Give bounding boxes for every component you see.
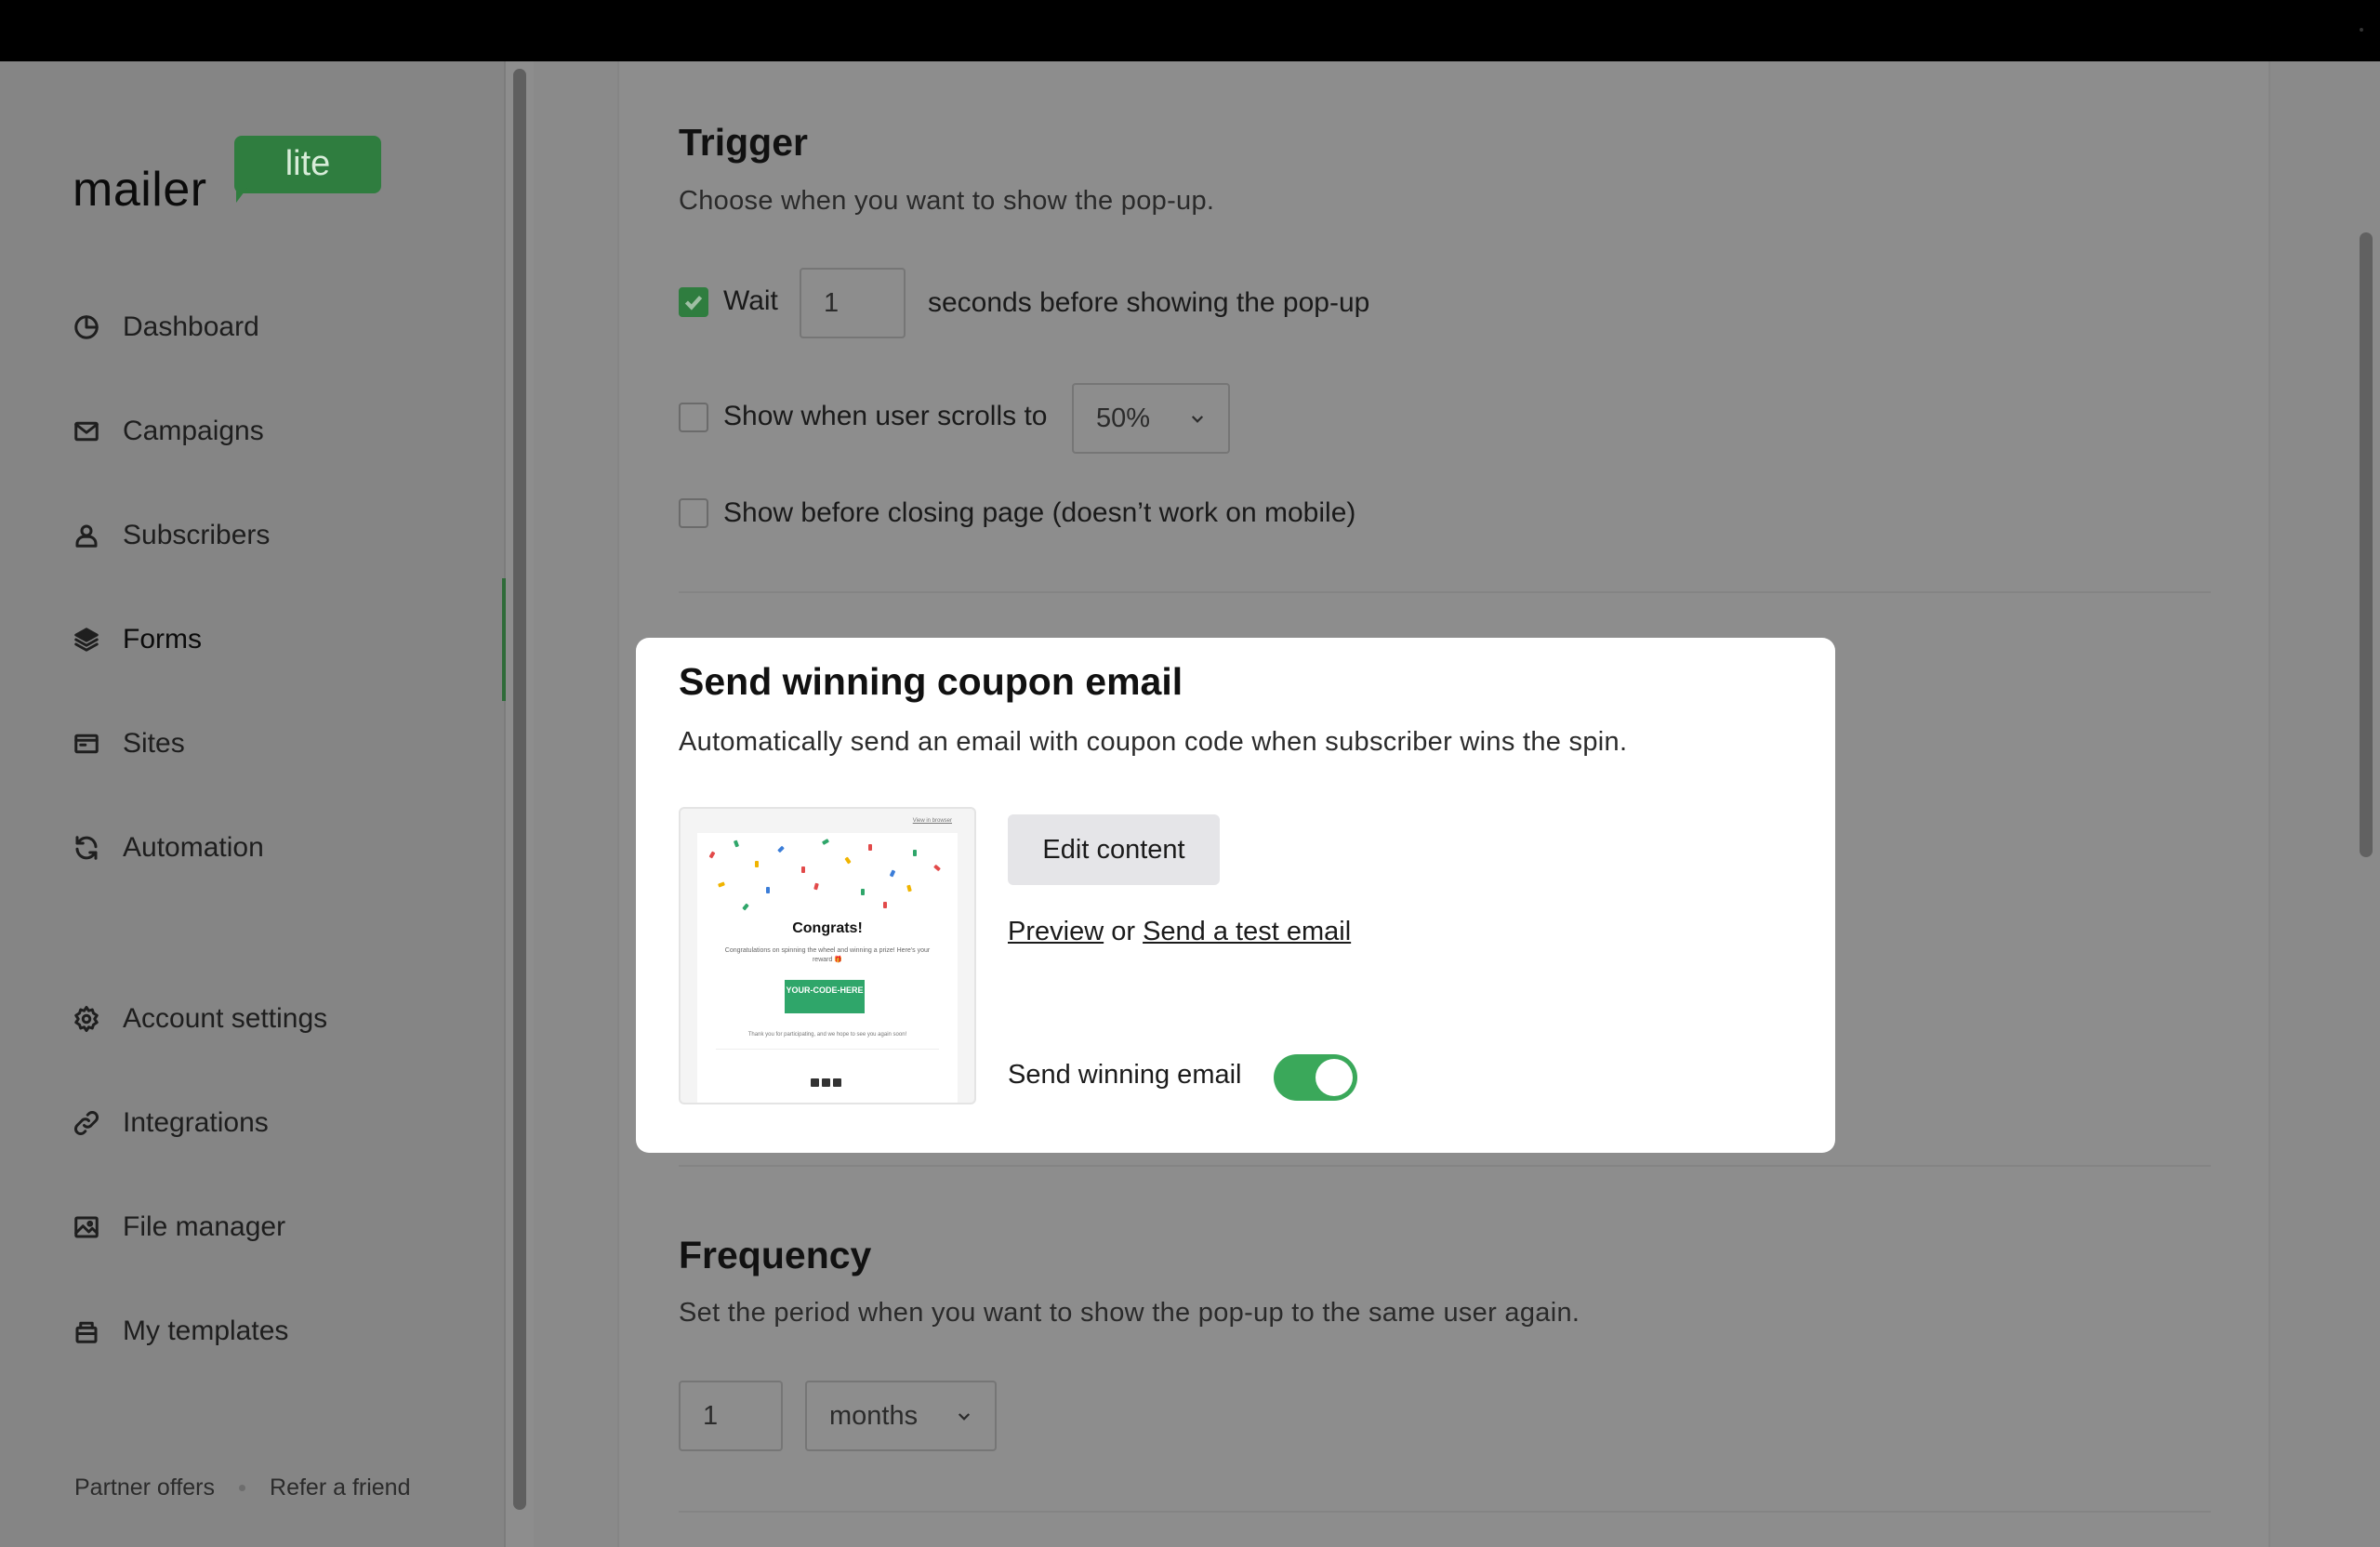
trigger-title: Trigger	[679, 121, 808, 164]
logo-word: mailer	[73, 163, 207, 217]
or-text: or	[1111, 917, 1136, 946]
sidebar-item-label: Automation	[123, 832, 264, 863]
section-divider	[679, 1511, 2211, 1513]
frequency-title: Frequency	[679, 1234, 872, 1276]
email-divider	[716, 1049, 939, 1050]
wait-checkbox[interactable]	[679, 287, 708, 317]
email-heading: Congrats!	[792, 920, 863, 936]
frequency-unit-value: months	[829, 1400, 919, 1431]
coupon-code-box: YOUR-CODE-HERE	[785, 980, 865, 1013]
template-icon	[73, 1317, 100, 1345]
browser-icon	[73, 730, 100, 758]
sidebar-item-campaigns[interactable]: Campaigns	[0, 394, 506, 469]
partner-offers-link[interactable]: Partner offers	[74, 1474, 215, 1501]
sidebar-item-forms[interactable]: Forms	[0, 578, 506, 701]
modal-description: Automatically send an email with coupon …	[679, 727, 1628, 757]
email-thanks: Thank you for participating, and we hope…	[747, 1032, 907, 1038]
sidebar-item-dashboard[interactable]: Dashboard	[0, 290, 506, 364]
scroll-label: Show when user scrolls to	[723, 401, 1048, 431]
dashboard-icon	[73, 313, 100, 341]
send-test-email-link[interactable]: Send a test email	[1143, 917, 1351, 946]
sidebar: mailer lite Dashboard Campaigns Subscrib…	[0, 61, 506, 1547]
section-divider	[679, 1165, 2211, 1167]
page-scrollbar[interactable]	[2360, 232, 2373, 857]
modal-title: Send winning coupon email	[679, 660, 1183, 703]
email-thumbnail[interactable]: View in browser Congrats! Congratulation…	[679, 807, 976, 1104]
layers-icon	[73, 626, 100, 654]
sidebar-item-integrations[interactable]: Integrations	[0, 1086, 506, 1160]
logo-badge-tail	[236, 188, 247, 203]
sidebar-item-label: Sites	[123, 728, 185, 759]
sidebar-item-label: My templates	[123, 1316, 289, 1346]
wait-label: Wait	[723, 285, 778, 316]
mail-icon	[73, 417, 100, 445]
sidebar-footer: Partner offers Refer a friend	[74, 1474, 410, 1501]
link-icon	[73, 1109, 100, 1137]
edit-content-button[interactable]: Edit content	[1008, 814, 1220, 885]
active-indicator	[502, 578, 506, 701]
footer-separator	[239, 1485, 246, 1491]
sidebar-item-label: Subscribers	[123, 520, 271, 550]
sidebar-item-label: Integrations	[123, 1107, 269, 1138]
closing-label: Show before closing page (doesn’t work o…	[723, 497, 1356, 528]
image-icon	[73, 1213, 100, 1241]
toggle-knob	[1316, 1059, 1353, 1096]
scroll-percent-select[interactable]: 50%	[1072, 383, 1230, 454]
sidebar-item-automation[interactable]: Automation	[0, 811, 506, 885]
email-paper: Congrats! Congratulations on spinning th…	[697, 833, 958, 1103]
send-winning-email-label: Send winning email	[1008, 1060, 1242, 1090]
send-winning-email-toggle[interactable]	[1274, 1054, 1357, 1101]
sidebar-item-label: Forms	[123, 624, 202, 654]
social-icons	[811, 1078, 841, 1087]
frequency-subtitle: Set the period when you want to show the…	[679, 1298, 1580, 1328]
chevron-down-icon	[958, 1413, 971, 1421]
closing-checkbox[interactable]	[679, 498, 708, 528]
sidebar-item-label: Account settings	[123, 1003, 328, 1034]
sidebar-item-label: Dashboard	[123, 311, 259, 342]
email-message: Congratulations on spinning the wheel an…	[724, 947, 931, 963]
frequency-value-input[interactable]: 1	[679, 1381, 783, 1451]
scroll-checkbox[interactable]	[679, 403, 708, 432]
sidebar-item-subscribers[interactable]: Subscribers	[0, 498, 506, 573]
chevron-down-icon	[1191, 416, 1204, 423]
sidebar-item-label: File manager	[123, 1211, 286, 1242]
gear-icon	[73, 1005, 100, 1033]
window-control-dot	[2360, 28, 2363, 32]
wait-suffix: seconds before showing the pop-up	[928, 287, 1370, 318]
sidebar-scrollbar[interactable]	[513, 69, 526, 1510]
section-divider	[679, 591, 2211, 593]
view-in-browser-text: View in browser	[912, 818, 952, 824]
scroll-percent-value: 50%	[1096, 403, 1151, 433]
refresh-icon	[73, 834, 100, 862]
sidebar-item-sites[interactable]: Sites	[0, 707, 506, 781]
sidebar-item-my-templates[interactable]: My templates	[0, 1294, 506, 1368]
preview-links: Preview or Send a test email	[1008, 917, 1351, 947]
sidebar-item-file-manager[interactable]: File manager	[0, 1190, 506, 1264]
winning-coupon-email-card: Send winning coupon email Automatically …	[636, 638, 1835, 1153]
preview-link[interactable]: Preview	[1008, 917, 1104, 946]
trigger-subtitle: Choose when you want to show the pop-up.	[679, 186, 1215, 216]
sidebar-item-label: Campaigns	[123, 416, 264, 446]
refer-a-friend-link[interactable]: Refer a friend	[270, 1474, 410, 1501]
frequency-unit-select[interactable]: months	[805, 1381, 997, 1451]
user-icon	[73, 522, 100, 549]
window-top-bar	[0, 0, 2380, 61]
check-icon	[684, 296, 703, 311]
sidebar-item-account-settings[interactable]: Account settings	[0, 982, 506, 1056]
logo-badge: lite	[234, 136, 381, 193]
wait-seconds-input[interactable]: 1	[800, 268, 906, 338]
